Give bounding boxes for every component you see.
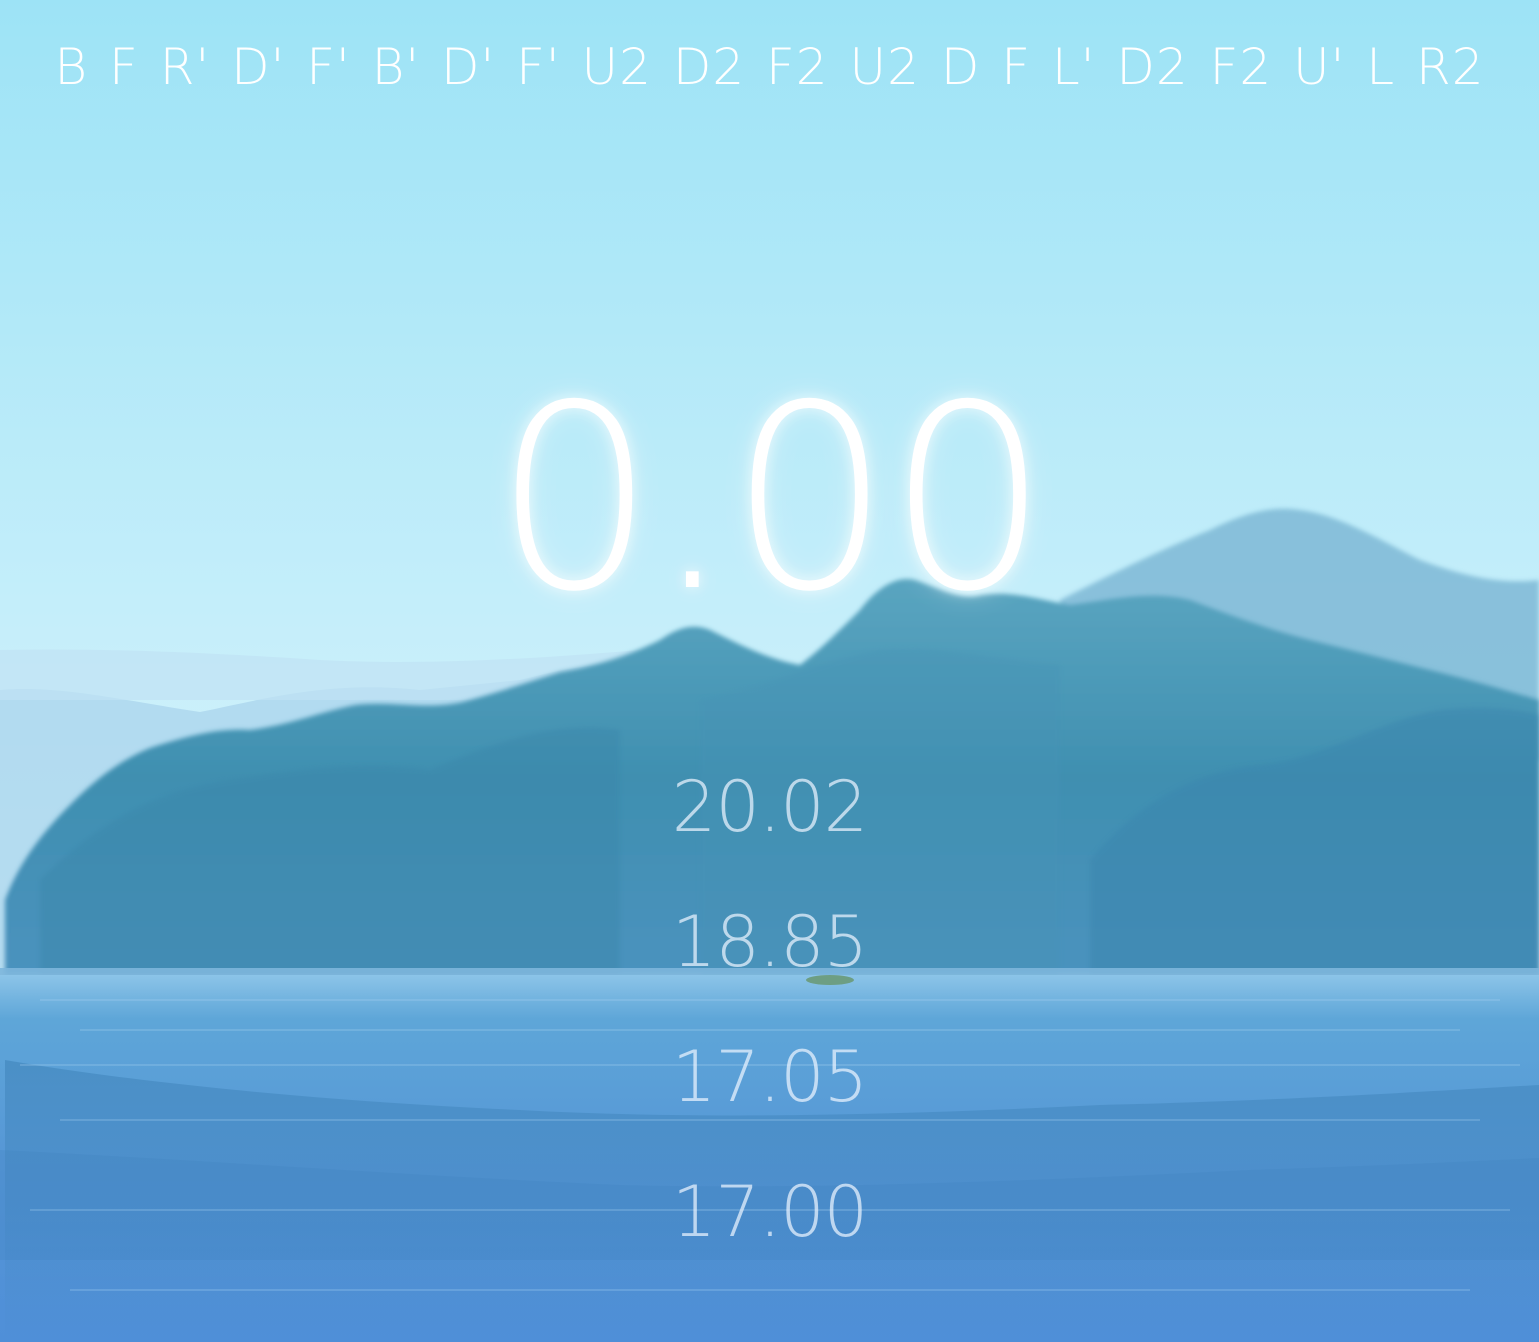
solve-history-list: 20.02 18.85 17.05 17.00 — [0, 762, 1539, 1302]
solve-time-entry[interactable]: 20.02 — [0, 762, 1539, 897]
solve-time-entry[interactable]: 17.05 — [0, 1032, 1539, 1167]
solve-time-entry[interactable]: 17.00 — [0, 1167, 1539, 1302]
scramble-sequence: B F R' D' F' B' D' F' U2 D2 F2 U2 D F L'… — [54, 38, 1485, 96]
solve-time-entry[interactable]: 18.85 — [0, 897, 1539, 1032]
timer-display[interactable]: 0.00 — [0, 370, 1539, 630]
